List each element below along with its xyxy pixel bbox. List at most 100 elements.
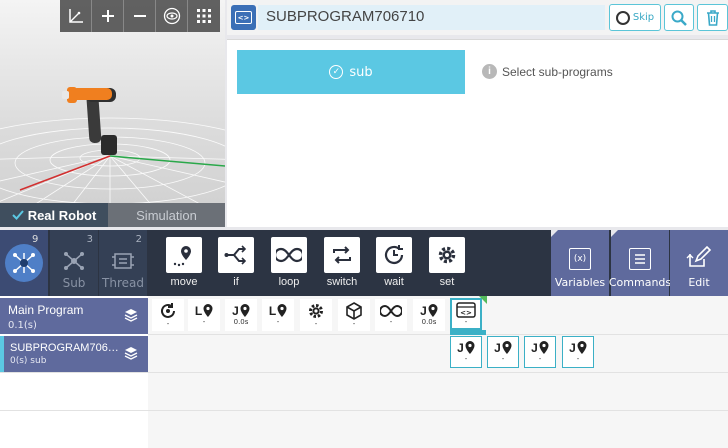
move-l-step[interactable]: L -	[262, 299, 294, 331]
thread-count-badge: 2	[135, 234, 142, 245]
move-icon	[173, 246, 191, 267]
if-icon	[224, 245, 247, 265]
delete-button[interactable]	[697, 4, 728, 31]
move-j-icon: J	[569, 341, 587, 355]
switch-command-button[interactable]	[324, 237, 360, 273]
set-command-button[interactable]	[429, 237, 465, 273]
variables-button[interactable]: (x) Variables	[551, 230, 609, 296]
move-j-icon: J	[420, 304, 438, 318]
move-j-step[interactable]: J 0.0s	[225, 299, 257, 331]
rotate-icon	[161, 303, 175, 318]
sub-tree-icon	[64, 252, 84, 270]
cube-icon	[346, 302, 362, 320]
eye-icon[interactable]	[156, 0, 188, 32]
switch-icon	[333, 246, 351, 264]
commands-list-icon	[629, 248, 651, 270]
real-robot-label: Real Robot	[27, 207, 97, 223]
select-subprograms-hint: i Select sub-programs	[482, 64, 613, 79]
move-j-step[interactable]: J -	[450, 336, 482, 368]
tab-sub[interactable]: 3 Sub	[50, 230, 98, 296]
layers-icon[interactable]	[124, 346, 138, 360]
move-j-icon: J	[531, 341, 549, 355]
set-step[interactable]: -	[300, 299, 332, 331]
move-command-button[interactable]	[166, 237, 202, 273]
cube-step[interactable]: -	[338, 299, 370, 331]
commands-button[interactable]: Commands	[609, 230, 671, 296]
edit-icon	[686, 246, 712, 267]
move-j-step[interactable]: J 0.0s	[413, 299, 445, 331]
loop-icon	[276, 247, 302, 263]
loop-command-button[interactable]	[271, 237, 307, 273]
wait-icon	[384, 245, 404, 264]
subprogram-row[interactable]: SUBPROGRAM706… 0(s) sub	[0, 336, 148, 372]
thread-icon	[112, 253, 134, 269]
step-duration: -	[166, 320, 170, 328]
viewport-toolbar	[60, 0, 220, 32]
variables-icon: (x)	[569, 248, 591, 270]
step-duration: -	[464, 355, 468, 363]
step-duration: -	[314, 320, 318, 328]
subprogram-type-icon: <>	[231, 5, 256, 30]
zoom-out-icon[interactable]	[124, 0, 156, 32]
step-duration: -	[538, 355, 542, 363]
sub-button-label: sub	[349, 64, 373, 80]
if-label: if	[233, 276, 239, 288]
main-count-badge: 9	[32, 234, 39, 245]
row-divider	[0, 410, 148, 411]
edit-button[interactable]: Edit	[670, 230, 728, 296]
step-duration: 0.0s	[421, 318, 437, 326]
subprogram-icon: <>	[456, 302, 476, 318]
subprogram-duration: 0(s) sub	[10, 356, 47, 366]
skip-button[interactable]: Skip	[609, 4, 661, 31]
search-icon	[671, 10, 687, 26]
step-duration: 0.0s	[233, 318, 249, 326]
simulation-button[interactable]: Simulation	[108, 203, 225, 227]
subprogram-step[interactable]: <> -	[450, 298, 482, 330]
if-command-button[interactable]	[218, 237, 254, 273]
select-hint-text: Select sub-programs	[502, 64, 613, 79]
subprogram-title: SUBPROGRAM706…	[10, 342, 119, 354]
move-j-step[interactable]: J -	[487, 336, 519, 368]
rotate-step[interactable]: -	[152, 299, 184, 331]
real-robot-button[interactable]: Real Robot	[0, 203, 108, 227]
row-divider	[148, 372, 728, 373]
row-divider	[148, 334, 728, 335]
step-duration: -	[389, 318, 393, 326]
wait-command-button[interactable]	[376, 237, 412, 273]
tab-thread[interactable]: 2 Thread	[99, 230, 147, 296]
robot-mode-bar: Real Robot Simulation	[0, 203, 225, 227]
move-j-step[interactable]: J -	[562, 336, 594, 368]
tab-main[interactable]: 9	[0, 230, 48, 296]
move-j-icon: J	[232, 304, 250, 318]
step-duration: -	[276, 318, 280, 326]
main-program-row[interactable]: Main Program 0.1(s)	[0, 298, 148, 334]
move-j-icon: J	[494, 341, 512, 355]
move-j-step[interactable]: J -	[524, 336, 556, 368]
step-duration: -	[464, 318, 468, 326]
loop-step[interactable]: -	[375, 299, 407, 331]
gear-icon	[438, 246, 456, 264]
zoom-in-icon[interactable]	[92, 0, 124, 32]
corner-marker-icon	[479, 296, 487, 304]
move-j-icon: J	[457, 341, 475, 355]
row-divider	[0, 372, 148, 373]
edit-label: Edit	[688, 276, 710, 289]
simulation-label: Simulation	[136, 207, 197, 223]
gear-icon	[309, 304, 323, 318]
sub-selected-button[interactable]: ✓ sub	[237, 50, 465, 94]
axis-icon[interactable]	[60, 0, 92, 32]
move-label: move	[170, 276, 198, 288]
program-tree-icon	[5, 244, 43, 282]
svg-text:<>: <>	[460, 309, 472, 317]
move-l-step[interactable]: L -	[188, 299, 220, 331]
row-divider	[148, 410, 728, 411]
step-duration: -	[576, 355, 580, 363]
robot-3d-viewport[interactable]: Real Robot Simulation	[0, 0, 225, 227]
switch-label: switch	[326, 276, 358, 288]
layers-icon[interactable]	[124, 308, 138, 322]
loop-label: loop	[278, 276, 300, 288]
main-program-duration: 0.1(s)	[8, 320, 37, 331]
move-l-icon: L	[195, 304, 213, 318]
search-button[interactable]	[664, 4, 694, 31]
grid-icon[interactable]	[188, 0, 220, 32]
